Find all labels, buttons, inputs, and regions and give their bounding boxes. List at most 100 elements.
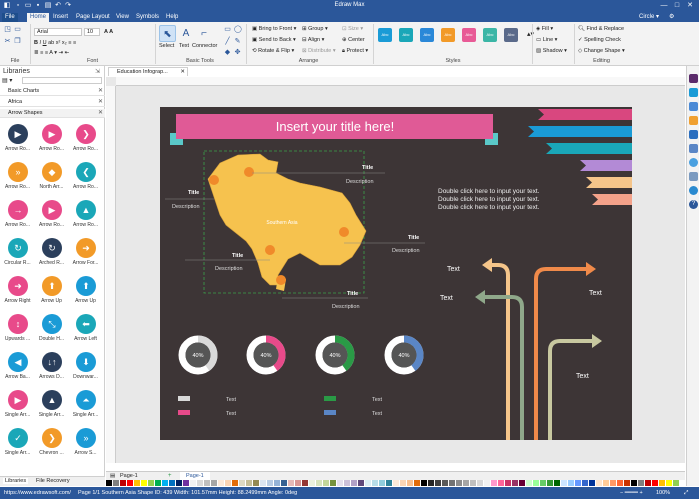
- minimize-button[interactable]: —: [658, 1, 670, 11]
- palette-swatch[interactable]: [323, 480, 329, 486]
- library-shape[interactable]: ⬆ Arrow Up: [35, 274, 68, 310]
- palette-swatch[interactable]: [554, 480, 560, 486]
- map-marker[interactable]: [339, 227, 349, 237]
- palette-swatch[interactable]: [407, 480, 413, 486]
- shape-tool-icon[interactable]: ◆: [224, 49, 231, 56]
- size-button[interactable]: ⊡ Size ▾: [342, 26, 363, 32]
- paragraph-line[interactable]: Double click here to input your text.: [438, 188, 540, 195]
- spelling-check-button[interactable]: ✓ Spelling Check: [578, 37, 621, 43]
- palette-swatch[interactable]: [302, 480, 308, 486]
- callout-title[interactable]: Title: [232, 253, 243, 259]
- palette-swatch[interactable]: [169, 480, 175, 486]
- comments-icon[interactable]: [689, 186, 698, 195]
- library-shape[interactable]: ↓↑ Arrows D...: [35, 350, 68, 386]
- palette-swatch[interactable]: [253, 480, 259, 486]
- library-shape[interactable]: ⤡ Double H...: [35, 312, 68, 348]
- library-shape[interactable]: ▶ Arrow Ro...: [35, 198, 68, 234]
- library-search-input[interactable]: [22, 77, 102, 84]
- copy-icon[interactable]: ❐: [14, 38, 21, 45]
- banner-strip[interactable]: [586, 177, 632, 188]
- library-shape[interactable]: ❯ Chevron ...: [35, 426, 68, 462]
- arrow-path[interactable]: [492, 263, 510, 440]
- panel-pin-icon[interactable]: ⇲: [95, 68, 100, 75]
- settings-icon[interactable]: ⚙: [666, 13, 677, 22]
- library-shape[interactable]: ⏶ Single Arr...: [69, 388, 102, 424]
- palette-swatch[interactable]: [274, 480, 280, 486]
- palette-swatch[interactable]: [316, 480, 322, 486]
- legend-label[interactable]: Text: [226, 411, 237, 417]
- library-shape[interactable]: ➜ Arrow Right: [1, 274, 34, 310]
- font-style-buttons[interactable]: B I U ab x² x₂ ≡ ≡: [34, 40, 76, 46]
- arrow-text[interactable]: Text: [440, 295, 453, 302]
- library-shape[interactable]: ▶ Arrow Ro...: [35, 122, 68, 158]
- palette-swatch[interactable]: [148, 480, 154, 486]
- select-tool-icon[interactable]: ⬉: [159, 25, 176, 42]
- paragraph-buttons[interactable]: ≣ ≡ ≡ A ▾ ⇥ ⇤: [34, 50, 69, 56]
- format-panel-icon[interactable]: [689, 88, 698, 97]
- rotate-flip-button[interactable]: ⟲ Rotate & Flip ▾: [252, 48, 294, 54]
- callout-description[interactable]: Description: [215, 266, 243, 272]
- style-swatch[interactable]: Abc: [504, 28, 518, 42]
- palette-swatch[interactable]: [218, 480, 224, 486]
- callout-title[interactable]: Title: [347, 291, 358, 297]
- banner-strip[interactable]: [538, 109, 632, 120]
- data-panel-icon[interactable]: [689, 144, 698, 153]
- palette-swatch[interactable]: [344, 480, 350, 486]
- tab-insert[interactable]: Insert: [50, 13, 71, 22]
- library-shape[interactable]: ▶ Arrow Ro...: [1, 122, 34, 158]
- palette-swatch[interactable]: [673, 480, 679, 486]
- palette-swatch[interactable]: [197, 480, 203, 486]
- library-section-africa[interactable]: Africa ✕: [0, 98, 105, 107]
- library-shape[interactable]: ⬆ Arrow Up: [69, 274, 102, 310]
- library-shape[interactable]: ▶ Single Arr...: [1, 388, 34, 424]
- map-marker[interactable]: [244, 167, 254, 177]
- library-shape[interactable]: ✓ Single Arr...: [1, 426, 34, 462]
- tab-page-layout[interactable]: Page Layout: [73, 13, 113, 22]
- palette-swatch[interactable]: [449, 480, 455, 486]
- palette-swatch[interactable]: [113, 480, 119, 486]
- legend-label[interactable]: Text: [372, 397, 383, 403]
- tab-home[interactable]: Home: [27, 13, 50, 22]
- map-marker[interactable]: [276, 275, 286, 285]
- close-icon[interactable]: ✕: [180, 68, 185, 76]
- document-tab[interactable]: Education Infograp... ✕: [108, 67, 188, 76]
- center-button[interactable]: ⊕ Center: [342, 37, 365, 43]
- arrow-path[interactable]: [548, 339, 592, 440]
- palette-swatch[interactable]: [295, 480, 301, 486]
- tab-help[interactable]: Help: [163, 13, 181, 22]
- palette-swatch[interactable]: [239, 480, 245, 486]
- library-shape[interactable]: ↻ Circular R...: [1, 236, 34, 272]
- circle-share-menu[interactable]: Circle ▾: [636, 13, 662, 22]
- find-replace-button[interactable]: 🔍︎ Find & Replace: [578, 26, 624, 32]
- palette-swatch[interactable]: [204, 480, 210, 486]
- library-shape[interactable]: ❮ Arrow Ro...: [69, 160, 102, 196]
- close-icon[interactable]: ✕: [98, 87, 103, 96]
- arrow-text[interactable]: Text: [447, 266, 460, 273]
- palette-swatch[interactable]: [561, 480, 567, 486]
- zoom-slider[interactable]: − ━━━━ +: [620, 487, 643, 499]
- library-shape[interactable]: ⬅ Arrow Left: [69, 312, 102, 348]
- palette-swatch[interactable]: [463, 480, 469, 486]
- bring-to-front-button[interactable]: ▣ Bring to Front ▾: [252, 26, 296, 32]
- palette-swatch[interactable]: [610, 480, 616, 486]
- palette-swatch[interactable]: [484, 480, 490, 486]
- zoom-level[interactable]: 100%: [656, 487, 670, 499]
- palette-swatch[interactable]: [575, 480, 581, 486]
- page-nav-icon[interactable]: ▤: [110, 473, 115, 479]
- banner-strip[interactable]: [580, 160, 632, 171]
- image-panel-icon[interactable]: [689, 102, 698, 111]
- palette-swatch[interactable]: [666, 480, 672, 486]
- palette-swatch[interactable]: [652, 480, 658, 486]
- library-shape[interactable]: ▲ Arrow Ro...: [69, 198, 102, 234]
- libraries-tab[interactable]: Libraries: [3, 478, 29, 484]
- library-shape[interactable]: ↕ Upwards ...: [1, 312, 34, 348]
- library-shape[interactable]: ◆ North Arr...: [35, 160, 68, 196]
- palette-swatch[interactable]: [225, 480, 231, 486]
- palette-swatch[interactable]: [372, 480, 378, 486]
- map-marker[interactable]: [209, 175, 219, 185]
- palette-swatch[interactable]: [190, 480, 196, 486]
- library-shape[interactable]: → Arrow Ro...: [1, 198, 34, 234]
- library-shape[interactable]: ⬇ Downwar...: [69, 350, 102, 386]
- drawing-page[interactable]: Insert your title here! Southern Asia Ti…: [160, 107, 632, 440]
- palette-swatch[interactable]: [211, 480, 217, 486]
